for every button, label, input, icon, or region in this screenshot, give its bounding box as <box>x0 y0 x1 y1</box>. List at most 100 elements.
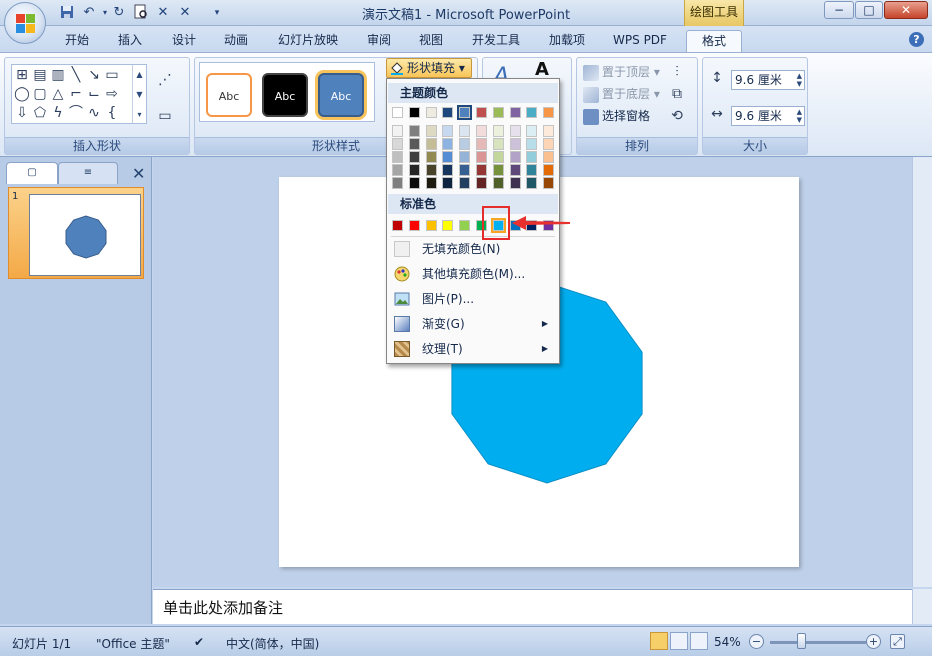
rectangle-shape-icon[interactable]: ▭ <box>104 67 120 83</box>
theme-shade-swatch[interactable] <box>509 125 521 137</box>
theme-shade-swatch[interactable] <box>425 151 437 163</box>
close-pane-icon[interactable]: ✕ <box>132 164 145 183</box>
tab-insert[interactable]: 插入 <box>110 30 150 52</box>
theme-shade-swatch[interactable] <box>459 138 471 150</box>
theme-shade-swatch[interactable] <box>392 125 403 137</box>
theme-shade-swatch[interactable] <box>425 177 437 189</box>
elbow-arrow-shape-icon[interactable]: ⌙ <box>86 86 102 102</box>
selection-pane-button[interactable]: 选择窗格 <box>583 106 650 126</box>
restore-button[interactable]: □ <box>855 1 883 19</box>
rotate-icon[interactable]: ⟲ <box>669 108 685 124</box>
theme-shade-swatch[interactable] <box>459 125 471 137</box>
menu-more-fill-colors[interactable]: 其他填充颜色(M)... <box>388 262 558 286</box>
theme-color-swatch[interactable] <box>392 107 403 118</box>
group-objects-icon[interactable]: ⧉ <box>669 86 685 102</box>
theme-shade-swatch[interactable] <box>442 177 454 189</box>
vertical-scrollbar[interactable] <box>912 157 932 587</box>
menu-gradient[interactable]: 渐变(G) ▶ <box>388 312 558 336</box>
theme-shade-swatch[interactable] <box>509 164 521 176</box>
edit-shape-icon[interactable]: ⋰ <box>157 72 173 88</box>
standard-color-swatch[interactable] <box>392 220 403 231</box>
theme-shade-swatch[interactable] <box>408 177 420 189</box>
slide-thumbnail-1[interactable]: 1 <box>8 187 144 279</box>
align-icon[interactable]: ⫶ <box>669 64 685 80</box>
theme-shade-swatch[interactable] <box>492 151 504 163</box>
tab-addins[interactable]: 加载项 <box>542 30 592 52</box>
standard-color-swatch[interactable] <box>425 220 437 231</box>
tab-format[interactable]: 格式 <box>686 30 742 52</box>
tab-review[interactable]: 审阅 <box>360 30 398 52</box>
theme-shade-swatch[interactable] <box>526 177 538 189</box>
width-spinner-icon[interactable]: ▲ ▼ <box>797 108 802 124</box>
theme-shade-swatch[interactable] <box>425 164 437 176</box>
notes-pane[interactable]: 单击此处添加备注 <box>153 589 912 624</box>
theme-shade-swatch[interactable] <box>543 138 555 150</box>
theme-shade-swatch[interactable] <box>442 164 454 176</box>
theme-shade-swatch[interactable] <box>543 164 555 176</box>
theme-color-swatch[interactable] <box>408 107 420 118</box>
gallery-scroll[interactable]: ▲ ▼ ▾ <box>132 65 146 123</box>
theme-shade-swatch[interactable] <box>492 125 504 137</box>
theme-shade-swatch[interactable] <box>408 164 420 176</box>
zoom-in-icon[interactable]: + <box>866 634 881 649</box>
minimize-button[interactable]: − <box>824 1 854 19</box>
office-button[interactable] <box>4 2 46 44</box>
theme-shade-swatch[interactable] <box>459 151 471 163</box>
theme-shade-swatch[interactable] <box>459 177 471 189</box>
lightning-shape-icon[interactable]: ϟ <box>50 105 66 121</box>
triangle-shape-icon[interactable]: △ <box>50 86 66 102</box>
down-arrow-shape-icon[interactable]: ⇩ <box>14 105 30 121</box>
theme-shade-swatch[interactable] <box>425 138 437 150</box>
shape-gallery[interactable]: ⊞ ▤ ▥ ╲ ↘ ▭ ◯ ▢ △ ⌐ ⌙ ⇨ ⇩ ⬠ ϟ ⌒ ∿ { ▲ ▼ ▾ <box>11 64 147 124</box>
theme-shade-swatch[interactable] <box>442 138 454 150</box>
tab-home[interactable]: 开始 <box>58 30 96 52</box>
style-sample-black[interactable]: Abc <box>262 73 308 117</box>
theme-shade-swatch[interactable] <box>526 164 538 176</box>
theme-shade-swatch[interactable] <box>408 125 420 137</box>
theme-shade-swatch[interactable] <box>509 138 521 150</box>
theme-shade-swatch[interactable] <box>509 151 521 163</box>
standard-color-swatch[interactable] <box>459 220 471 231</box>
zoom-out-icon[interactable]: − <box>749 634 764 649</box>
theme-shade-swatch[interactable] <box>526 125 538 137</box>
theme-shade-swatch[interactable] <box>392 177 403 189</box>
theme-shade-swatch[interactable] <box>392 138 403 150</box>
notes-scrollbar[interactable] <box>912 589 932 624</box>
spell-check-icon[interactable]: ✔ <box>194 635 204 649</box>
menu-no-fill[interactable]: 无填充颜色(N) <box>388 237 558 261</box>
menu-picture[interactable]: 图片(P)... <box>388 287 558 311</box>
menu-texture[interactable]: 纹理(T) ▶ <box>388 337 558 361</box>
arrow-line-shape-icon[interactable]: ↘ <box>86 67 102 83</box>
textbox-shape-icon[interactable]: ⊞ <box>14 67 30 83</box>
theme-shade-swatch[interactable] <box>459 164 471 176</box>
theme-shade-swatch[interactable] <box>509 177 521 189</box>
theme-shade-swatch[interactable] <box>526 138 538 150</box>
zoom-slider-thumb[interactable] <box>797 633 807 649</box>
style-sample-orange[interactable]: Abc <box>206 73 252 117</box>
theme-color-swatch[interactable] <box>543 107 555 118</box>
theme-shade-swatch[interactable] <box>476 164 487 176</box>
theme-shade-swatch[interactable] <box>408 151 420 163</box>
curve-shape-icon[interactable]: ∿ <box>86 105 102 121</box>
theme-shade-swatch[interactable] <box>392 151 403 163</box>
fit-to-window-icon[interactable]: ⤢ <box>890 634 905 649</box>
outline-tab[interactable]: ≡ <box>58 162 118 184</box>
tab-animations[interactable]: 动画 <box>216 30 256 52</box>
close-button[interactable]: ✕ <box>884 1 928 19</box>
right-arrow-shape-icon[interactable]: ⇨ <box>104 86 120 102</box>
elbow-connector-shape-icon[interactable]: ⌐ <box>68 86 84 102</box>
theme-shade-swatch[interactable] <box>442 151 454 163</box>
theme-shade-swatch[interactable] <box>476 177 487 189</box>
shape-width-input[interactable]: 9.6 厘米 ▲ ▼ <box>731 106 805 126</box>
style-gallery[interactable]: Abc Abc Abc <box>199 62 375 122</box>
help-icon[interactable]: ? <box>909 32 924 47</box>
pentagon-shape-icon[interactable]: ⬠ <box>32 105 48 121</box>
rounded-rect-shape-icon[interactable]: ▢ <box>32 86 48 102</box>
standard-color-swatch[interactable] <box>442 220 454 231</box>
theme-color-swatch[interactable] <box>442 107 454 118</box>
table-shape-icon[interactable]: ▥ <box>50 67 66 83</box>
bring-to-front-button[interactable]: 置于顶层 ▾ <box>583 62 660 82</box>
theme-color-swatch[interactable] <box>509 107 521 118</box>
tab-slideshow[interactable]: 幻灯片放映 <box>270 30 346 52</box>
style-sample-blue[interactable]: Abc <box>318 73 364 117</box>
